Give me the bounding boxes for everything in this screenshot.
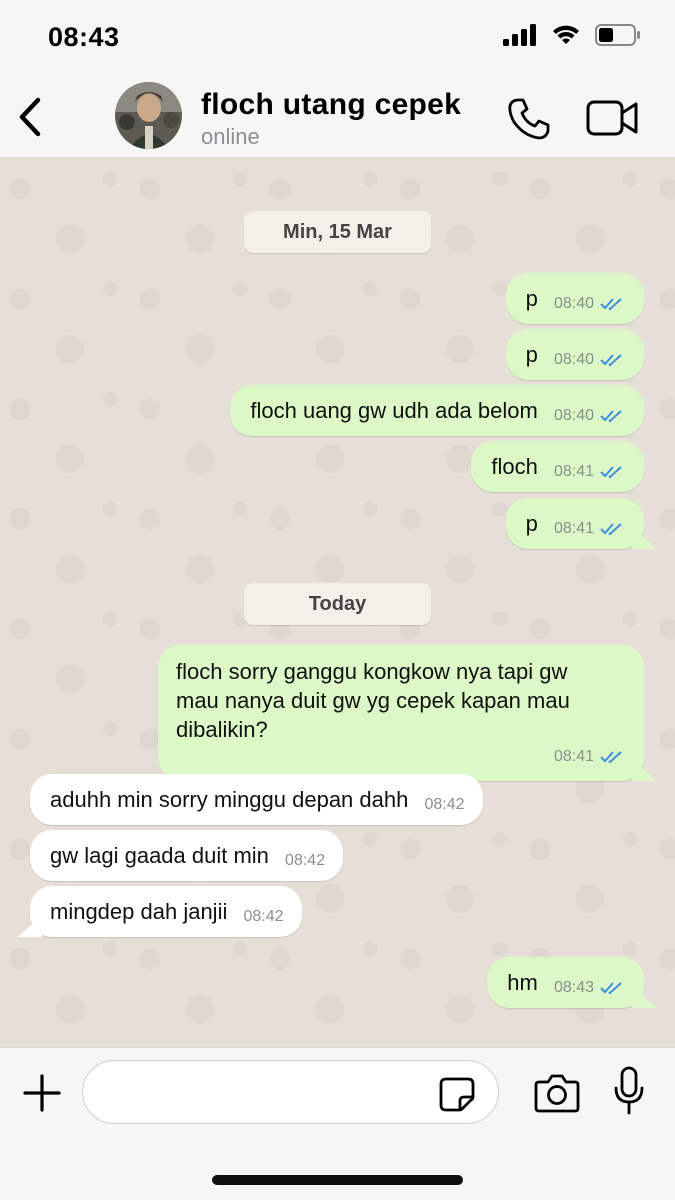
signal-icon <box>503 24 536 46</box>
chat-area[interactable]: Min, 15 Mar p 08:40 p 08:40 floch uang g… <box>0 159 675 1047</box>
outgoing-message[interactable]: p 08:41 <box>505 498 644 549</box>
message-time: 08:40 <box>553 351 594 368</box>
message-time: 08:43 <box>553 979 594 996</box>
date-chip: Min, 15 Mar <box>244 211 431 253</box>
status-time: 08:43 <box>48 22 120 52</box>
double-check-icon <box>600 297 622 310</box>
message-time: 08:40 <box>553 295 594 312</box>
voice-call-button[interactable] <box>506 96 552 142</box>
message-text: mingdep dah janjii <box>50 899 228 924</box>
video-call-button[interactable] <box>586 98 640 138</box>
phone-icon <box>508 98 550 140</box>
status-bar: 08:43 <box>0 0 675 78</box>
double-check-icon <box>600 981 622 994</box>
double-check-icon <box>600 465 622 478</box>
camera-button[interactable] <box>534 1072 580 1114</box>
message-meta: 08:40 <box>554 345 626 374</box>
message-input[interactable] <box>82 1060 499 1124</box>
outgoing-message[interactable]: floch 08:41 <box>471 441 644 492</box>
message-text: p <box>525 511 538 536</box>
message-time: 08:41 <box>553 748 594 765</box>
message-meta: 08:42 <box>285 846 325 875</box>
wifi-icon <box>553 25 579 44</box>
double-check-icon <box>600 522 622 535</box>
sticker-button[interactable] <box>438 1076 476 1112</box>
message-time: 08:40 <box>553 407 594 424</box>
message-text: floch <box>491 454 538 479</box>
message-meta: 08:43 <box>554 973 626 1002</box>
message-meta: 08:40 <box>554 289 626 318</box>
message-time: 08:42 <box>424 796 465 813</box>
message-meta: 08:42 <box>424 790 464 819</box>
message-time: 08:42 <box>285 852 326 869</box>
contact-status: online <box>201 124 260 149</box>
message-text: gw lagi gaada duit min <box>50 843 269 868</box>
video-camera-icon <box>586 100 638 136</box>
message-text-line: floch sorry ganggu kongkow nya tapi gw <box>176 659 568 684</box>
message-meta: 08:42 <box>243 902 283 931</box>
message-time: 08:41 <box>553 520 594 537</box>
incoming-message[interactable]: gw lagi gaada duit min 08:42 <box>30 830 344 881</box>
message-text: floch uang gw udh ada belom <box>250 398 538 423</box>
microphone-button[interactable] <box>612 1066 646 1116</box>
outgoing-message[interactable]: floch uang gw udh ada belom 08:40 <box>230 385 644 436</box>
outgoing-message[interactable]: p 08:40 <box>505 273 644 324</box>
back-chevron-icon <box>19 97 41 137</box>
incoming-message[interactable]: mingdep dah janjii 08:42 <box>30 886 302 937</box>
message-meta: 08:40 <box>554 401 626 430</box>
contact-avatar[interactable] <box>115 82 182 149</box>
microphone-icon <box>614 1066 644 1115</box>
message-input-bar <box>0 1047 675 1200</box>
message-text-line: mau nanya duit gw yg cepek kapan mau <box>176 688 570 713</box>
message-text-line: dibalikin? <box>176 717 268 742</box>
attach-button[interactable] <box>22 1073 62 1113</box>
message-text: p <box>525 342 538 367</box>
status-icons <box>503 24 641 46</box>
camera-icon <box>534 1074 580 1113</box>
outgoing-message[interactable]: floch sorry ganggu kongkow nya tapi gw m… <box>158 645 644 781</box>
message-text: hm <box>507 970 538 995</box>
double-check-icon <box>600 750 622 763</box>
message-meta: 08:41 <box>176 742 626 771</box>
outgoing-message[interactable]: p 08:40 <box>505 329 644 380</box>
double-check-icon <box>600 409 622 422</box>
message-text: p <box>525 286 538 311</box>
home-indicator[interactable] <box>212 1175 463 1185</box>
avatar-image <box>115 82 182 149</box>
outgoing-message[interactable]: hm 08:43 <box>487 957 644 1008</box>
sticker-icon <box>439 1077 475 1112</box>
incoming-message[interactable]: aduhh min sorry minggu depan dahh 08:42 <box>30 774 483 825</box>
date-chip: Today <box>244 583 431 625</box>
contact-name[interactable]: floch utang cepek <box>201 88 461 122</box>
message-time: 08:41 <box>553 463 594 480</box>
chat-header: floch utang cepek online <box>0 78 675 158</box>
message-meta: 08:41 <box>554 514 626 543</box>
back-button[interactable] <box>14 94 50 140</box>
message-text: aduhh min sorry minggu depan dahh <box>50 787 409 812</box>
plus-icon <box>23 1074 61 1112</box>
message-time: 08:42 <box>243 908 284 925</box>
double-check-icon <box>600 353 622 366</box>
battery-icon <box>595 24 640 46</box>
message-meta: 08:41 <box>554 457 626 486</box>
